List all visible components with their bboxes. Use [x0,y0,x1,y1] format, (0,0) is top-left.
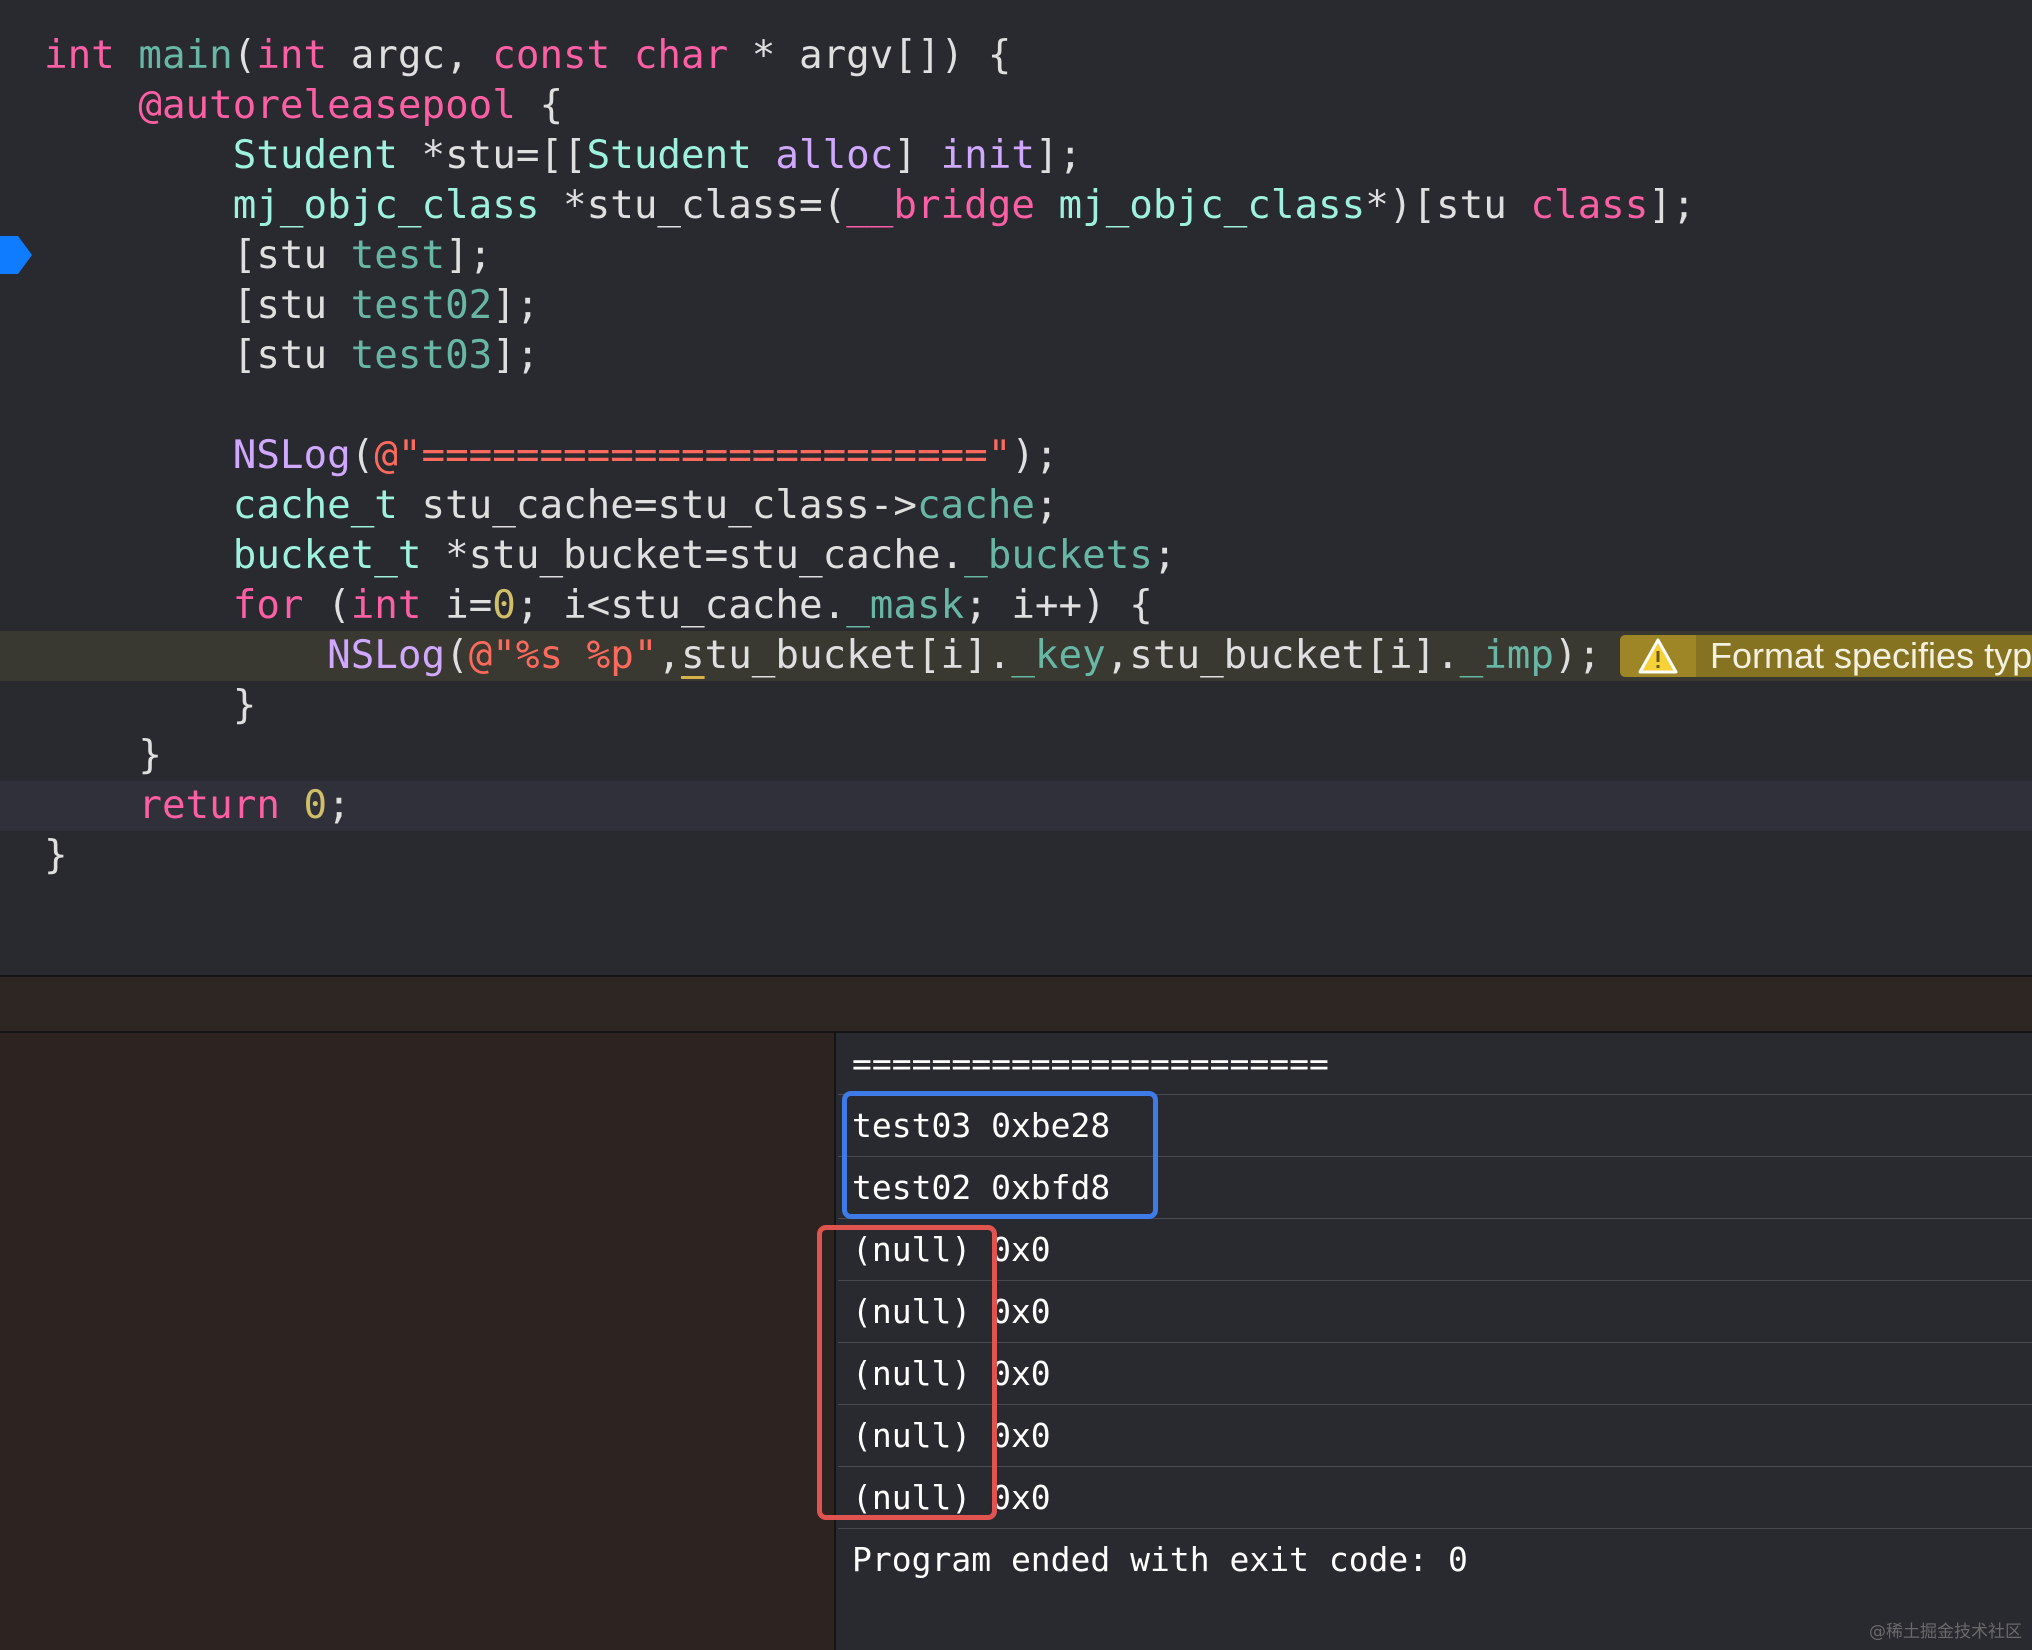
highlight-box-null-buckets [817,1225,997,1520]
code-line[interactable]: 6 [stu test]; [0,231,2032,281]
code-text: } [44,833,68,878]
code-text: NSLog(@"========================"); [232,433,1059,478]
code-text: return 0; [138,783,351,828]
console-line: (null) 0x0 [838,1467,2032,1529]
code-line[interactable]: 2 bucket_t *stu_bucket=stu_cache._bucket… [0,531,2032,581]
code-line[interactable]: 1 cache_t stu_cache=stu_class->cache; [0,481,2032,531]
console-line: (null) 0x0 [838,1281,2032,1343]
code-line[interactable]: 9 [0,881,2032,931]
code-text: } [44,683,257,728]
debug-bar [0,975,2032,1033]
code-text: } [44,733,162,778]
code-line-current[interactable]: 7 return 0; [0,781,2032,831]
console-line: (null) 0x0 [838,1219,2032,1281]
code-text: Student *stu=[[Student alloc] init]; [232,133,1083,178]
watermark: @稀土掘金技术社区 [1869,1622,2022,1642]
console-line: ======================== [838,1033,2032,1095]
code-text: for (int i=0; i<stu_cache._mask; i++) { [232,583,1153,628]
code-line[interactable]: 7 [stu test02]; [0,281,2032,331]
code-text: NSLog(@"%s %p",stu_bucket[i]._key,stu_bu… [327,633,1602,678]
code-line[interactable]: 4 Student *stu=[[Student alloc] init]; [0,131,2032,181]
code-text: @autoreleasepool { [138,83,564,128]
code-line[interactable]: 8 [stu test03]; [0,331,2032,381]
code-text: [stu test]; [44,233,493,278]
code-line[interactable]: 8 } [0,831,2032,881]
code-text: [stu test02]; [44,283,540,328]
code-line[interactable]: 6 } [0,731,2032,781]
variables-pane[interactable] [0,1033,836,1650]
code-line[interactable]: 5 } [0,681,2032,731]
code-line[interactable]: 2 int main(int argc, const char * argv[]… [0,31,2032,81]
code-text: int main(int argc, const char * argv[]) … [44,33,1012,78]
warning-icon [1620,635,1696,677]
console-line: (null) 0x0 [838,1343,2032,1405]
breakpoint-marker-icon[interactable] [0,232,34,278]
code-line[interactable]: 9 [0,381,2032,431]
console-line: (null) 0x0 [838,1405,2032,1467]
warning-badge[interactable]: Format specifies typ [1620,635,2032,677]
code-line[interactable]: 0 NSLog(@"========================"); [0,431,2032,481]
code-text: cache_t stu_cache=stu_class->cache; [232,483,1059,528]
code-line[interactable]: 3 for (int i=0; i<stu_cache._mask; i++) … [0,581,2032,631]
code-text: [stu test03]; [44,333,540,378]
warning-message: Format specifies typ [1696,635,2032,677]
code-line[interactable]: 3 @autoreleasepool { [0,81,2032,131]
code-text: bucket_t *stu_bucket=stu_cache._buckets; [232,533,1177,578]
code-editor[interactable]: 2 int main(int argc, const char * argv[]… [0,0,2032,975]
code-line-warning[interactable]: 4 NSLog(@"%s %p",stu_bucket[i]._key,stu_… [0,631,2032,681]
code-text: mj_objc_class *stu_class=(__bridge mj_ob… [232,183,1696,228]
console-line: Program ended with exit code: 0 [852,1540,1468,1579]
highlight-box-cached-methods [842,1091,1158,1219]
code-line[interactable]: 5 mj_objc_class *stu_class=(__bridge mj_… [0,181,2032,231]
